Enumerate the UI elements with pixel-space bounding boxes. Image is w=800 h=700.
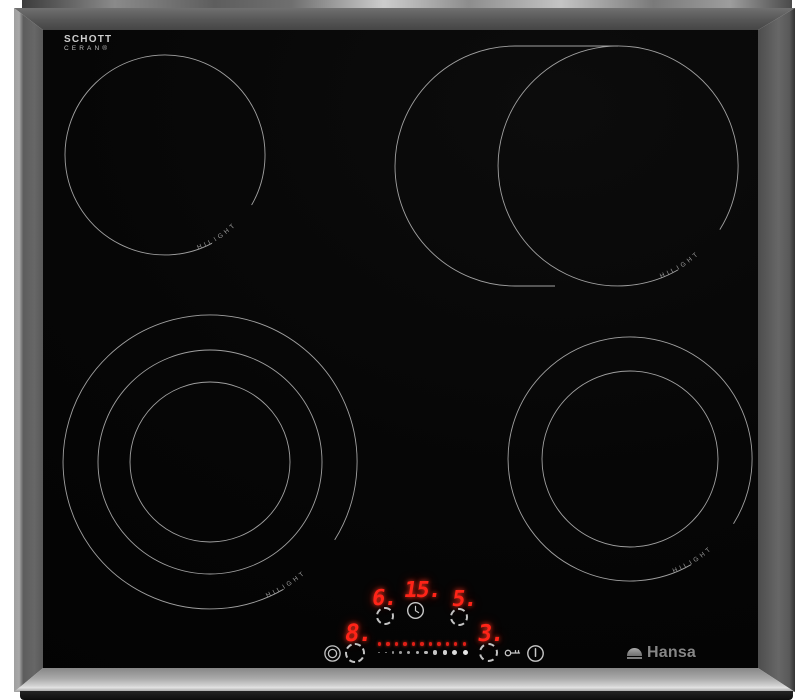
burner-front-left-outer: [63, 315, 357, 609]
frame-left: [14, 8, 43, 692]
slider-red-dot[interactable]: [395, 642, 398, 645]
hilight-label-rear-right: HILIGHT: [659, 250, 702, 280]
slider-white-dot[interactable]: [452, 650, 457, 655]
power-icon[interactable]: [526, 644, 545, 663]
burner-rear-right-oval: [395, 46, 618, 286]
slider-white-dot[interactable]: [399, 651, 402, 654]
display-timer: 15.: [402, 578, 443, 603]
slider-red-dot[interactable]: [403, 642, 406, 645]
slider-white-dot[interactable]: [416, 651, 420, 655]
burner-front-right-outer: [508, 337, 752, 581]
frame-bottom: [14, 668, 795, 692]
slider-white-dot[interactable]: [463, 650, 468, 655]
ceramic-glass-surface: HILIGHT HILIGHT HILIGHT HILIGHT: [43, 30, 758, 668]
slider-red-dot[interactable]: [454, 642, 457, 645]
slider-red-dot[interactable]: [378, 642, 381, 645]
dual-zone-icon[interactable]: [323, 644, 342, 663]
slider-red-dot[interactable]: [386, 642, 389, 645]
slider-red-dot[interactable]: [463, 642, 466, 645]
slider-white-dot[interactable]: [433, 650, 437, 654]
frame-under-shadow: [20, 691, 793, 700]
hilight-label-rear-left: HILIGHT: [196, 221, 238, 251]
burner-rings: HILIGHT HILIGHT HILIGHT HILIGHT: [43, 30, 758, 668]
slider-white-dot[interactable]: [385, 652, 387, 654]
schott-ceran-logo: SCHOTT CERAN®: [64, 35, 112, 52]
touch-zone-rear-left[interactable]: [376, 607, 394, 625]
touch-zone-rear-right[interactable]: [450, 608, 468, 626]
frame-rear-edge: [22, 0, 792, 9]
cooktop-product-photo: HILIGHT HILIGHT HILIGHT HILIGHT SCHOTT C…: [0, 0, 800, 700]
slider-red-dot[interactable]: [437, 642, 440, 645]
schott-logo-line2: CERAN®: [64, 46, 112, 53]
slider-red-dot[interactable]: [446, 642, 449, 645]
slider-red-dot[interactable]: [412, 642, 415, 645]
clock-icon[interactable]: [406, 601, 425, 620]
burner-rear-right-circle: [498, 46, 738, 286]
slider-red-dot[interactable]: [429, 642, 432, 645]
slider-red-dots[interactable]: [378, 641, 466, 647]
burner-front-left-middle: [98, 350, 322, 574]
burner-front-right-inner: [542, 371, 718, 547]
hansa-logo: Hansa: [627, 644, 696, 662]
slider-white-dot[interactable]: [407, 651, 410, 654]
hansa-dome-icon: [627, 647, 642, 660]
hilight-label-front-right: HILIGHT: [672, 545, 715, 575]
burner-front-left-inner: [130, 382, 290, 542]
hilight-label-front-left: HILIGHT: [265, 569, 308, 599]
hansa-logo-text: Hansa: [647, 644, 696, 662]
slider-red-dot[interactable]: [420, 642, 423, 645]
frame-top: [14, 8, 795, 30]
slider-white-dot[interactable]: [424, 651, 428, 655]
slider-white-dots[interactable]: [378, 648, 468, 657]
slider-white-dot[interactable]: [443, 650, 448, 655]
frame-right: [758, 8, 795, 692]
slider-white-dot[interactable]: [378, 652, 380, 654]
touch-zone-front-right[interactable]: [479, 643, 498, 662]
key-lock-icon[interactable]: [504, 647, 523, 659]
slider-white-dot[interactable]: [392, 651, 394, 653]
schott-logo-line1: SCHOTT: [64, 35, 112, 46]
touch-zone-front-left[interactable]: [345, 643, 365, 663]
